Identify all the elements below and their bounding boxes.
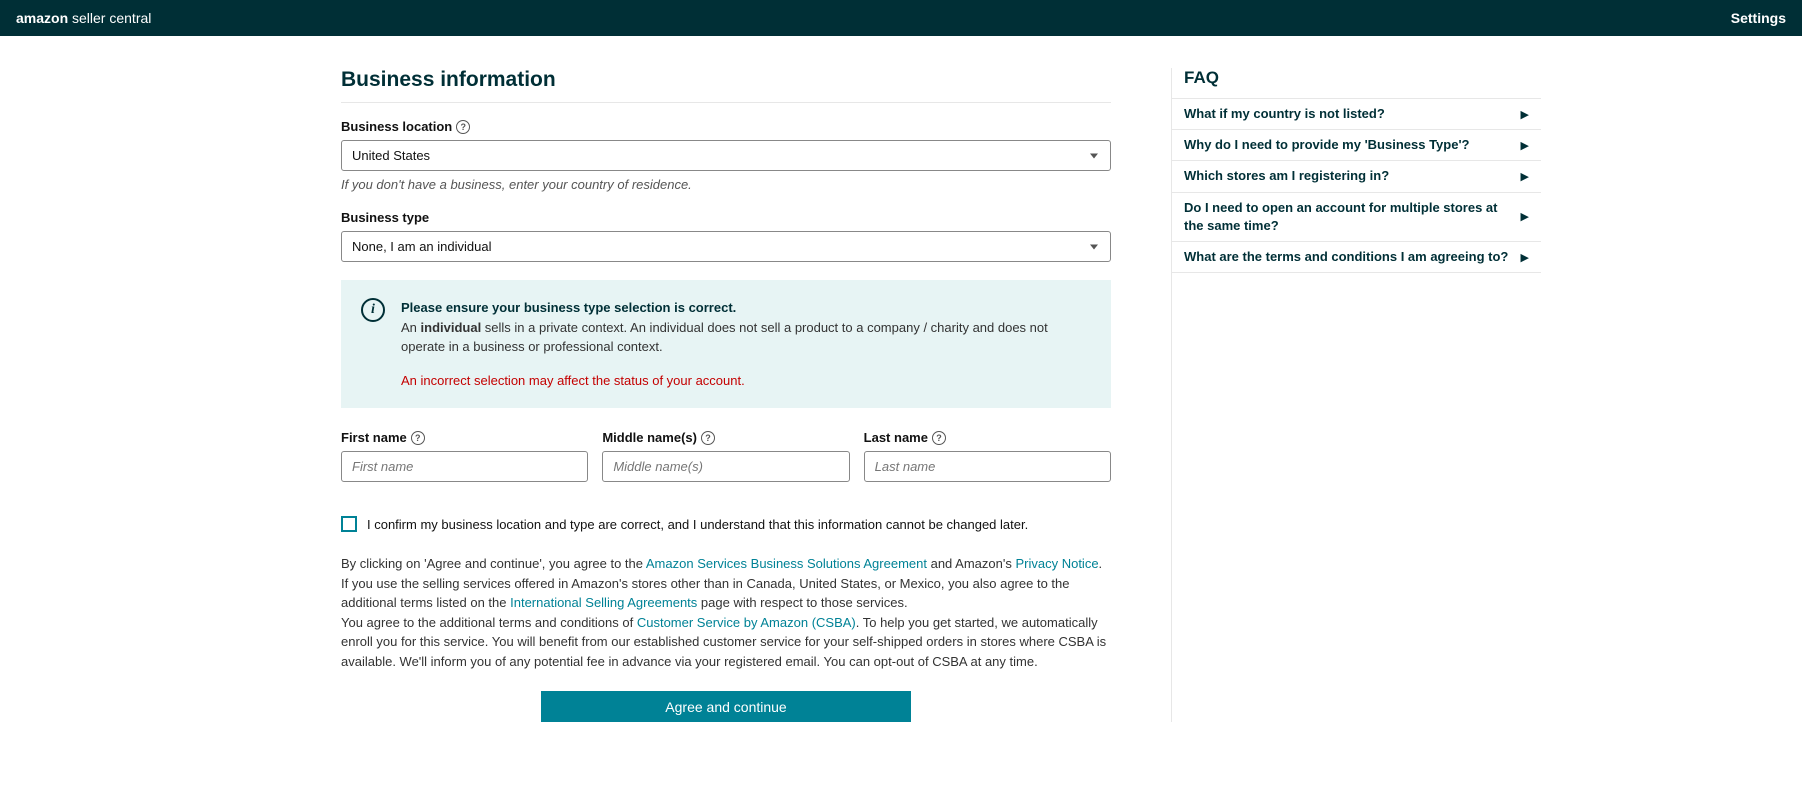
business-type-group: Business type None, I am an individual	[341, 210, 1111, 262]
agree-continue-button[interactable]: Agree and continue	[541, 691, 911, 722]
help-icon[interactable]: ?	[701, 431, 715, 445]
privacy-link[interactable]: Privacy Notice	[1015, 556, 1098, 571]
faq-item[interactable]: What are the terms and conditions I am a…	[1172, 242, 1541, 273]
csba-link[interactable]: Customer Service by Amazon (CSBA)	[637, 615, 856, 630]
middle-name-input[interactable]	[602, 451, 849, 482]
title-divider	[341, 102, 1111, 103]
agreement-link[interactable]: Amazon Services Business Solutions Agree…	[646, 556, 927, 571]
last-name-label: Last name ?	[864, 430, 1111, 445]
page-title: Business information	[341, 68, 1111, 92]
last-name-group: Last name ?	[864, 430, 1111, 482]
faq-title: FAQ	[1172, 68, 1541, 98]
legal-text: By clicking on 'Agree and continue', you…	[341, 554, 1111, 671]
intl-selling-link[interactable]: International Selling Agreements	[510, 595, 697, 610]
chevron-right-icon: ▶	[1521, 108, 1529, 121]
chevron-right-icon: ▶	[1521, 251, 1529, 264]
faq-question: Why do I need to provide my 'Business Ty…	[1184, 136, 1470, 154]
logo-suffix: seller central	[72, 10, 151, 26]
faq-item[interactable]: Do I need to open an account for multipl…	[1172, 193, 1541, 242]
alert-line-prefix: An	[401, 320, 421, 335]
business-location-hint: If you don't have a business, enter your…	[341, 177, 1111, 192]
business-location-group: Business location ? United States If you…	[341, 119, 1111, 192]
name-row: First name ? Middle name(s) ? Last name …	[341, 430, 1111, 498]
help-icon[interactable]: ?	[411, 431, 425, 445]
first-name-label: First name ?	[341, 430, 588, 445]
last-name-input[interactable]	[864, 451, 1111, 482]
alert-body: Please ensure your business type selecti…	[401, 298, 1091, 390]
faq-question: What if my country is not listed?	[1184, 105, 1385, 123]
faq-question: Do I need to open an account for multipl…	[1184, 199, 1509, 235]
first-name-group: First name ?	[341, 430, 588, 482]
alert-line-bold: individual	[421, 320, 482, 335]
faq-list: What if my country is not listed? ▶ Why …	[1172, 98, 1541, 273]
business-location-label: Business location ?	[341, 119, 1111, 134]
business-location-select[interactable]: United States	[341, 140, 1111, 171]
middle-name-group: Middle name(s) ?	[602, 430, 849, 482]
info-icon: i	[361, 298, 385, 322]
first-name-input[interactable]	[341, 451, 588, 482]
logo-prefix: amazon	[16, 10, 68, 26]
alert-title: Please ensure your business type selecti…	[401, 300, 736, 315]
faq-sidebar: FAQ What if my country is not listed? ▶ …	[1171, 68, 1541, 722]
chevron-right-icon: ▶	[1521, 170, 1529, 183]
main-form: Business information Business location ?…	[341, 68, 1111, 722]
help-icon[interactable]: ?	[456, 120, 470, 134]
business-type-select[interactable]: None, I am an individual	[341, 231, 1111, 262]
help-icon[interactable]: ?	[932, 431, 946, 445]
alert-line-suffix: sells in a private context. An individua…	[401, 320, 1048, 355]
info-alert: i Please ensure your business type selec…	[341, 280, 1111, 408]
faq-question: What are the terms and conditions I am a…	[1184, 248, 1508, 266]
faq-item[interactable]: Which stores am I registering in? ▶	[1172, 161, 1541, 192]
settings-link[interactable]: Settings	[1731, 10, 1786, 26]
chevron-right-icon: ▶	[1521, 210, 1529, 223]
page-container: Business information Business location ?…	[231, 36, 1571, 762]
middle-name-label: Middle name(s) ?	[602, 430, 849, 445]
amazon-seller-central-logo: amazon seller central	[16, 10, 151, 26]
app-header: amazon seller central Settings	[0, 0, 1802, 36]
faq-item[interactable]: What if my country is not listed? ▶	[1172, 99, 1541, 130]
faq-question: Which stores am I registering in?	[1184, 167, 1389, 185]
faq-item[interactable]: Why do I need to provide my 'Business Ty…	[1172, 130, 1541, 161]
confirm-row: I confirm my business location and type …	[341, 516, 1111, 532]
business-type-label: Business type	[341, 210, 1111, 225]
confirm-label: I confirm my business location and type …	[367, 517, 1028, 532]
alert-error: An incorrect selection may affect the st…	[401, 371, 1091, 391]
confirm-checkbox[interactable]	[341, 516, 357, 532]
chevron-right-icon: ▶	[1521, 139, 1529, 152]
